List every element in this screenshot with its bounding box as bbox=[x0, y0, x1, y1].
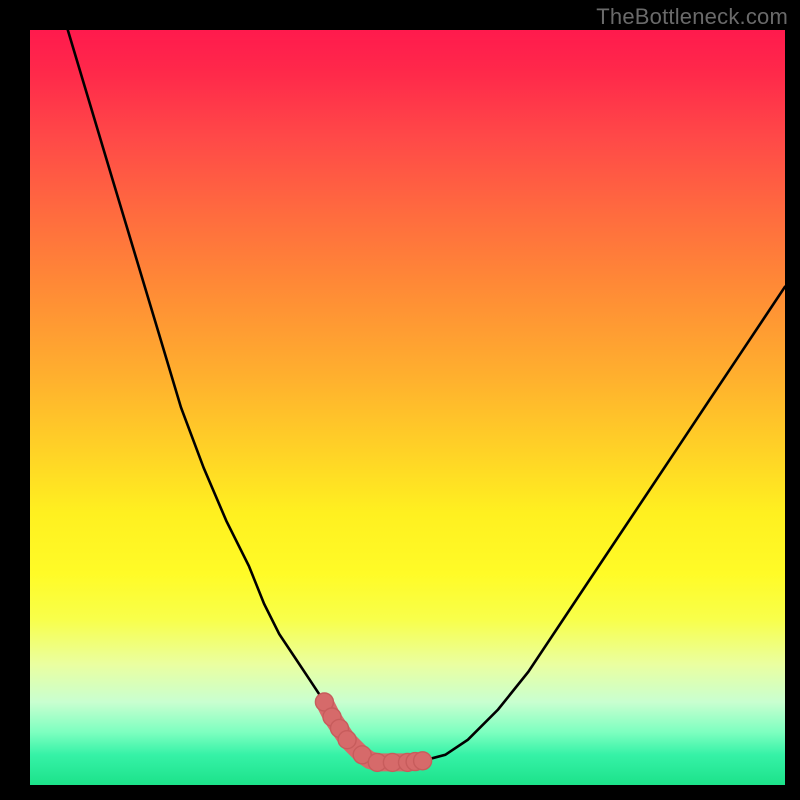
watermark-text: TheBottleneck.com bbox=[596, 4, 788, 30]
optimal-marker-dot bbox=[338, 731, 356, 749]
optimal-markers bbox=[315, 693, 431, 771]
curve-layer bbox=[30, 30, 785, 785]
plot-area bbox=[30, 30, 785, 785]
optimal-marker-dot bbox=[414, 752, 432, 770]
chart-frame: TheBottleneck.com bbox=[0, 0, 800, 800]
bottleneck-curve bbox=[68, 30, 785, 762]
